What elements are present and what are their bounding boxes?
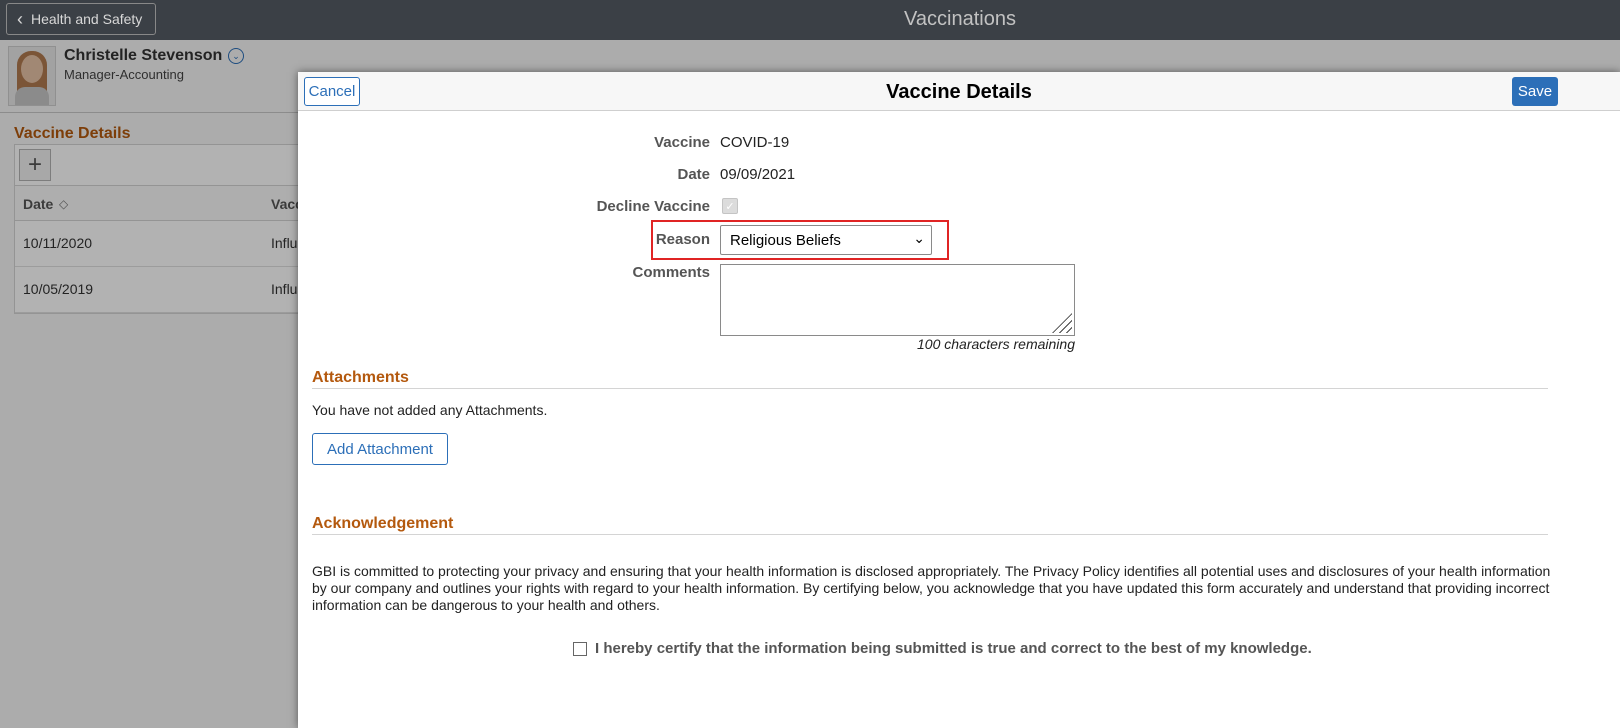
attachments-empty-text: You have not added any Attachments. bbox=[312, 402, 548, 418]
page-title: Vaccinations bbox=[904, 8, 1016, 30]
checkmark-icon: ✓ bbox=[725, 200, 735, 213]
reason-selected-value: Religious Beliefs bbox=[730, 231, 841, 249]
comments-textarea[interactable] bbox=[720, 264, 1075, 336]
attachments-divider bbox=[312, 388, 1548, 389]
comments-label: Comments bbox=[632, 264, 710, 281]
characters-remaining: 100 characters remaining bbox=[917, 336, 1075, 352]
certify-label[interactable]: I hereby certify that the information be… bbox=[595, 640, 1312, 657]
decline-vaccine-label: Decline Vaccine bbox=[596, 198, 710, 215]
vaccine-value: COVID-19 bbox=[720, 134, 790, 151]
acknowledgement-heading: Acknowledgement bbox=[312, 515, 454, 532]
decline-vaccine-checkbox: ✓ bbox=[722, 198, 738, 214]
certify-row: I hereby certify that the information be… bbox=[573, 640, 1312, 657]
add-attachment-button[interactable]: Add Attachment bbox=[312, 433, 448, 465]
resize-grip-icon[interactable] bbox=[1052, 313, 1072, 333]
save-button[interactable]: Save bbox=[1512, 77, 1558, 106]
reason-label: Reason bbox=[655, 231, 710, 248]
acknowledgement-text: GBI is committed to protecting your priv… bbox=[312, 563, 1551, 613]
vaccine-details-modal: Cancel Vaccine Details Save Vaccine COVI… bbox=[298, 72, 1620, 728]
date-value: 09/09/2021 bbox=[720, 166, 796, 183]
date-label: Date bbox=[677, 166, 710, 183]
attachments-heading: Attachments bbox=[312, 369, 409, 386]
top-banner: ‹ Health and Safety Vaccinations bbox=[0, 0, 1620, 40]
reason-dropdown[interactable]: Religious Beliefs ⌄ bbox=[720, 225, 932, 255]
modal-header: Cancel Vaccine Details Save bbox=[298, 72, 1620, 111]
modal-title: Vaccine Details bbox=[886, 81, 1032, 103]
select-caret-icon: ⌄ bbox=[913, 230, 925, 246]
vaccine-label: Vaccine bbox=[654, 134, 710, 151]
certify-checkbox[interactable] bbox=[573, 641, 587, 656]
acknowledgement-divider bbox=[312, 534, 1548, 535]
